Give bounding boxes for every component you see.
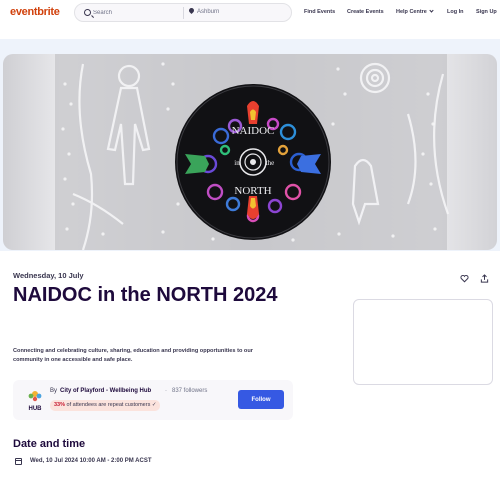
pin-icon bbox=[187, 6, 196, 15]
hero-logo-line-1: NAIDOC bbox=[232, 125, 275, 137]
hero-logo-line-2: in bbox=[234, 159, 240, 167]
organizer-by-label: By bbox=[50, 388, 58, 394]
search-bar[interactable]: Ashburn bbox=[74, 3, 292, 22]
heart-icon[interactable] bbox=[460, 274, 469, 283]
organizer-followers: 837 followers bbox=[172, 388, 208, 394]
calendar-icon bbox=[15, 458, 22, 465]
ticket-sidebar-card bbox=[353, 299, 493, 385]
thumbs-up-icon: ✓ bbox=[151, 402, 157, 408]
date-time-heading: Date and time bbox=[13, 438, 86, 450]
repeat-percent: 33% bbox=[54, 402, 66, 408]
top-navigation-bar: eventbrite Ashburn Find Events Create Ev… bbox=[0, 0, 500, 26]
organizer-card: HUB By City of Playford - Wellbeing Hub … bbox=[13, 380, 293, 420]
nav-create-events[interactable]: Create Events bbox=[347, 9, 384, 15]
organizer-name[interactable]: City of Playford - Wellbeing Hub bbox=[60, 388, 151, 394]
event-date-label: Wednesday, 10 July bbox=[13, 271, 84, 280]
event-title: NAIDOC in the NORTH 2024 bbox=[13, 284, 278, 306]
search-input[interactable] bbox=[91, 5, 179, 21]
event-description: Connecting and celebrating culture, shar… bbox=[13, 348, 253, 363]
location-input[interactable]: Ashburn bbox=[197, 9, 219, 15]
event-datetime: Wed, 10 Jul 2024 10:00 AM - 2:00 PM ACST bbox=[30, 458, 152, 464]
nav-help-centre[interactable]: Help Centre bbox=[396, 8, 434, 15]
organizer-separator: · bbox=[165, 388, 167, 394]
hero-logo-line-4: NORTH bbox=[234, 185, 271, 197]
nav-find-events[interactable]: Find Events bbox=[304, 9, 335, 15]
organizer-avatar-text: HUB bbox=[29, 406, 43, 412]
repeat-customers-badge: 33% of attendees are repeat customers ✓ bbox=[50, 400, 161, 411]
search-icon bbox=[84, 9, 91, 16]
repeat-text: of attendees are repeat customers bbox=[66, 402, 151, 408]
eventbrite-logo[interactable]: eventbrite bbox=[10, 6, 60, 18]
follow-button[interactable]: Follow bbox=[238, 390, 284, 409]
hero-artwork: NAIDOC in the NORTH bbox=[55, 54, 450, 250]
event-hero-image: NAIDOC in the NORTH bbox=[3, 54, 497, 250]
nav-log-in[interactable]: Log In bbox=[447, 9, 464, 15]
search-divider bbox=[183, 7, 184, 19]
organizer-avatar[interactable]: HUB bbox=[24, 388, 46, 412]
hero-logo-line-3: the bbox=[266, 159, 275, 167]
chevron-down-icon bbox=[429, 8, 434, 13]
nav-sign-up[interactable]: Sign Up bbox=[476, 9, 497, 15]
nav-help-centre-label: Help Centre bbox=[396, 9, 427, 15]
share-icon[interactable] bbox=[480, 274, 489, 283]
